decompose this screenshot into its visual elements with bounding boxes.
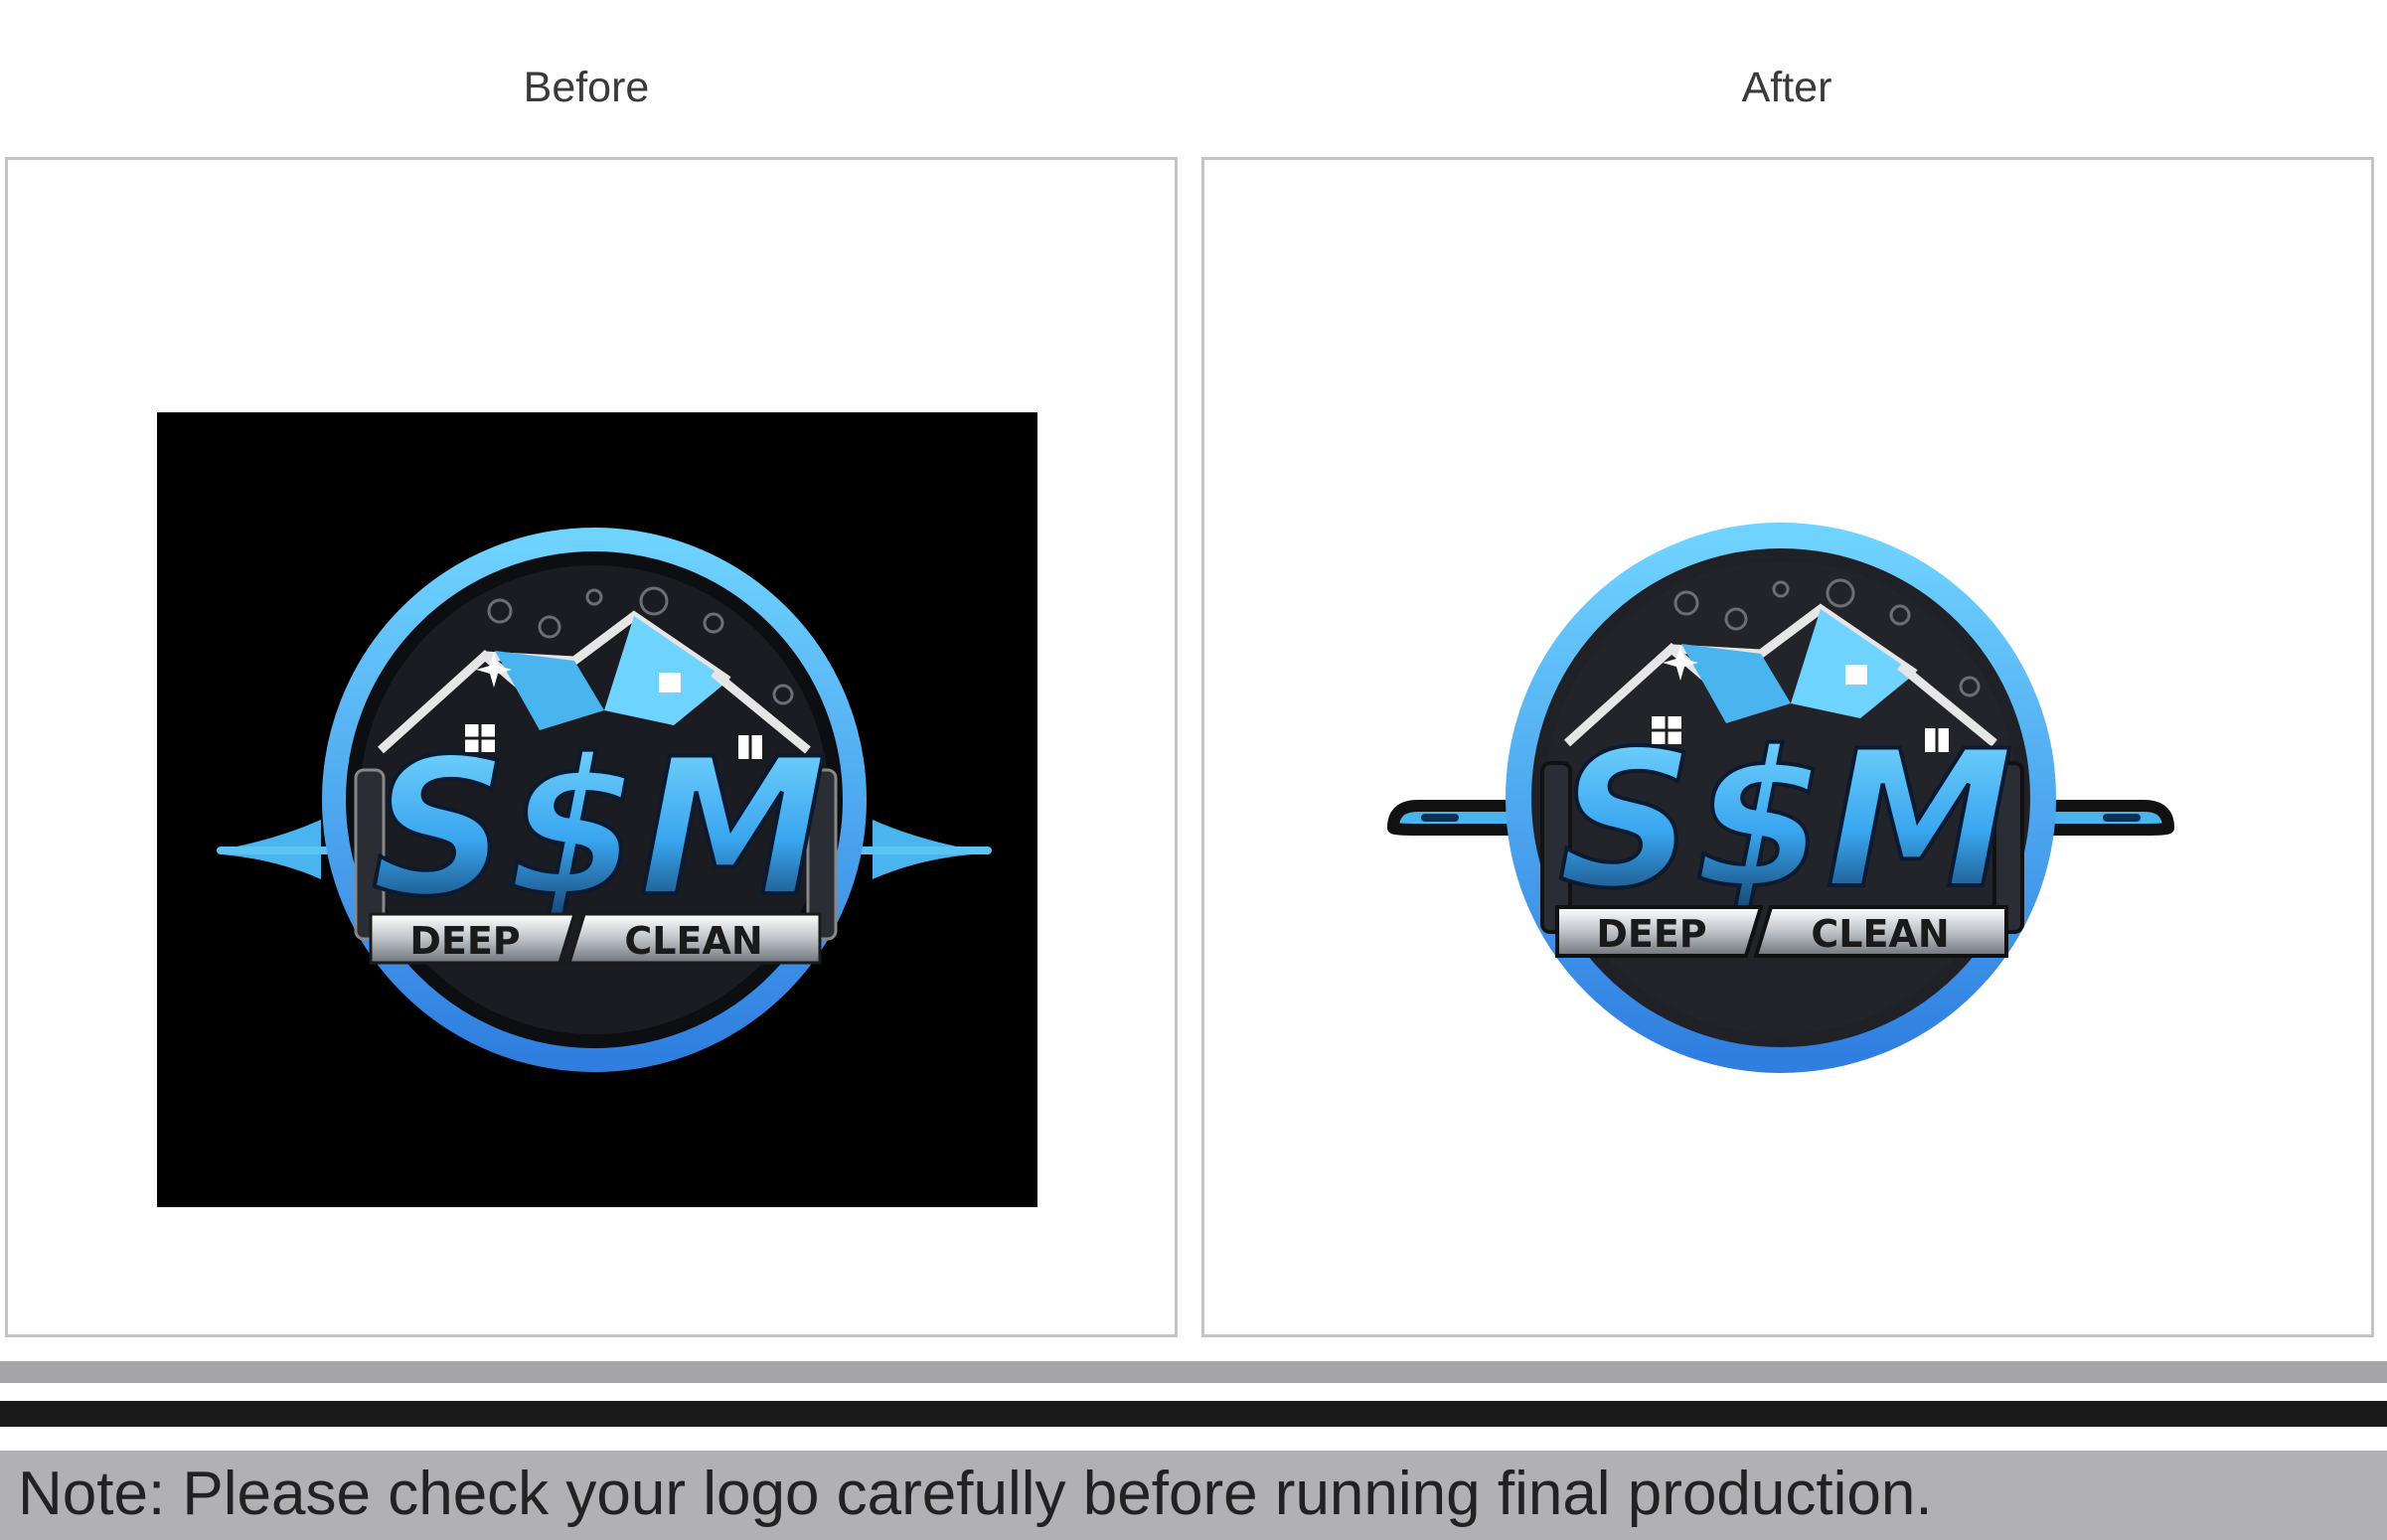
before-tagline-left: DEEP (409, 919, 520, 963)
after-logo: S$M DEEP CLEAN (1387, 523, 2174, 1073)
after-tagline-left: DEEP (1596, 912, 1706, 956)
divider-gray-stripe (0, 1361, 2387, 1383)
before-panel: S$M DEEP CLEAN (5, 157, 1178, 1337)
note-text: Note: Please check your logo carefully b… (18, 1460, 1933, 1528)
after-heading: After (1741, 64, 1832, 111)
divider-black-stripe (0, 1401, 2387, 1427)
black-background: S$M DEEP CLEAN (157, 412, 1037, 1207)
before-brand-mark: S$M (372, 718, 827, 938)
before-heading: Before (523, 64, 650, 111)
after-tagline-right: CLEAN (1811, 912, 1949, 956)
after-panel: S$M DEEP CLEAN (1201, 157, 2374, 1337)
after-brand-mark: S$M (1558, 710, 2013, 930)
before-tagline-right: CLEAN (624, 919, 762, 963)
comparison-sheet: Before After S$M DEEP CLEAN S$M DEEP CLE… (0, 0, 2387, 1540)
before-logo: S$M DEEP CLEAN (217, 528, 992, 1072)
note-bar: Note: Please check your logo carefully b… (0, 1451, 2387, 1540)
